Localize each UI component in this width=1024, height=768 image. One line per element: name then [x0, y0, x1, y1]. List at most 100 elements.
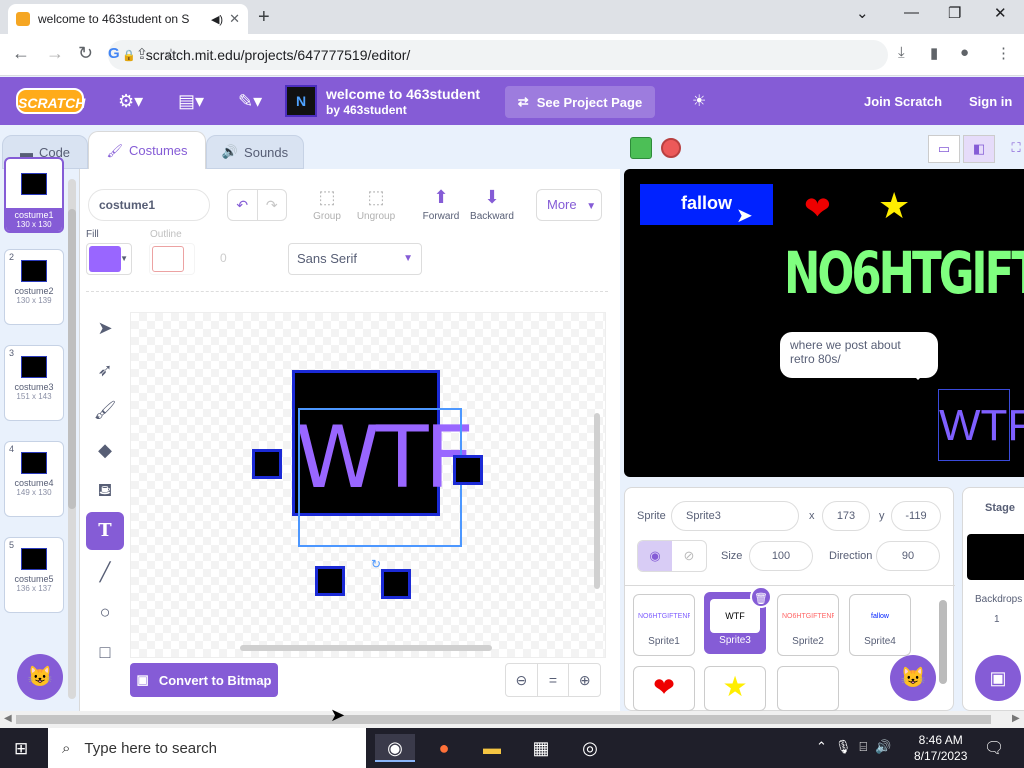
windows-start-icon[interactable]: ⊞	[14, 739, 28, 759]
forward-icon[interactable]: →	[46, 43, 64, 64]
sprite-tile[interactable]: ★	[704, 666, 766, 711]
sprite-tile[interactable]: NO6HTGIFTENFS Sprite1	[633, 594, 695, 656]
reshape-tool-icon[interactable]: ➶	[86, 351, 124, 389]
menu-kebab-icon[interactable]: ⋮	[996, 44, 1011, 62]
direction-input[interactable]: 90	[876, 541, 940, 571]
share-icon[interactable]: ⇪	[136, 45, 149, 63]
rotate-handle-icon[interactable]: ↻	[371, 557, 381, 571]
sprite-tile[interactable]: ❤	[633, 666, 695, 711]
stage[interactable]: fallow ➤ ❤ ★ NO6HTGIFTENFS where we post…	[624, 169, 1024, 477]
minimize-icon[interactable]: —	[904, 4, 919, 21]
scroll-left-icon[interactable]: ◀	[4, 713, 12, 724]
chevron-up-icon[interactable]: ⌃	[816, 739, 827, 755]
canvas-vertical-scrollbar[interactable]	[594, 413, 600, 589]
project-author[interactable]: by 463student	[326, 103, 407, 117]
canvas-horizontal-scrollbar[interactable]	[240, 645, 492, 651]
y-input[interactable]: -119	[891, 501, 941, 531]
costume-item-1[interactable]: costume1 130 x 130	[4, 157, 64, 233]
file-menu-icon[interactable]: ▤▾	[178, 91, 204, 112]
sprite-tile-selected[interactable]: WTF Sprite3 🗑	[704, 586, 772, 654]
costume-item-2[interactable]: 2 costume2 130 x 139	[4, 249, 64, 325]
sign-in-link[interactable]: Sign in	[969, 94, 1012, 109]
fallow-sprite[interactable]: fallow	[640, 184, 773, 225]
zoom-out-icon[interactable]: ⊖	[506, 664, 537, 696]
profile-avatar-icon[interactable]: ●	[960, 44, 969, 61]
backward-button[interactable]: ⬇ Backward	[467, 187, 517, 222]
page-horizontal-scrollbar[interactable]: ◀ ▶	[0, 711, 1024, 728]
chrome-icon[interactable]: ◉	[375, 734, 415, 762]
outline-color-picker[interactable]	[149, 243, 195, 275]
sprite-tile[interactable]	[777, 666, 839, 711]
ungroup-button[interactable]: ⬚ Ungroup	[351, 187, 401, 222]
undo-icon[interactable]: ↶	[228, 190, 257, 220]
normal-stage-icon[interactable]: ◧	[963, 135, 995, 163]
download-icon[interactable]: ⤓	[898, 44, 905, 61]
close-tab-icon[interactable]: ✕	[229, 11, 240, 27]
taskbar-clock[interactable]: 8:46 AM 8/17/2023	[914, 732, 967, 764]
wtf-sprite[interactable]: WTF	[938, 389, 1024, 461]
volume-icon[interactable]: 🔊	[875, 739, 891, 755]
add-costume-button[interactable]: 😺	[17, 654, 63, 700]
close-window-icon[interactable]: ✕	[994, 4, 1007, 22]
tab-sounds[interactable]: 🔊 Sounds	[206, 135, 304, 169]
file-explorer-icon[interactable]: ▬	[472, 734, 512, 762]
fill-color-picker[interactable]: ▼	[86, 243, 132, 275]
sprite-tile[interactable]: fallow Sprite4	[849, 594, 911, 656]
firefox-icon[interactable]: ●	[424, 734, 464, 762]
see-project-page-button[interactable]: ⇄ See Project Page	[505, 86, 655, 118]
circle-tool-icon[interactable]: ○	[86, 593, 124, 631]
scrollbar-thumb[interactable]	[16, 715, 991, 724]
add-backdrop-button[interactable]: ▣	[975, 655, 1021, 701]
edit-menu-icon[interactable]: ✎▾	[238, 91, 262, 112]
notification-icon[interactable]: 🗨	[984, 738, 1004, 758]
scratch-logo[interactable]: SCRATCH	[16, 88, 85, 114]
store-icon[interactable]: ▦	[521, 734, 561, 762]
microphone-icon[interactable]: 🎙	[835, 739, 852, 755]
browser-tab[interactable]: welcome to 463student on S ◀) ✕	[8, 4, 248, 34]
zoom-in-icon[interactable]: ⊕	[568, 664, 600, 696]
forward-button[interactable]: ⬆ Forward	[416, 187, 466, 222]
show-eye-icon[interactable]: ◉	[638, 541, 672, 571]
group-button[interactable]: ⬚ Group	[302, 187, 352, 222]
costume-item-5[interactable]: 5 costume5 136 x 137	[4, 537, 64, 613]
google-icon[interactable]: G	[108, 45, 120, 63]
costume-list-scrollbar[interactable]	[68, 179, 76, 699]
add-sprite-button[interactable]: 😺	[890, 655, 936, 701]
big-title-sprite[interactable]: NO6HTGIFTENFS	[784, 239, 1024, 307]
reload-icon[interactable]: ↻	[78, 43, 93, 64]
brush-tool-icon[interactable]: 🖌	[86, 391, 124, 429]
convert-to-bitmap-button[interactable]: ▣ Convert to Bitmap	[130, 663, 278, 697]
url-field[interactable]: 🔒 scratch.mit.edu/projects/647777519/edi…	[108, 40, 888, 70]
more-dropdown[interactable]: More ▼	[536, 189, 602, 221]
small-stage-icon[interactable]: ▭	[928, 135, 960, 163]
taskbar-search[interactable]: ⌕ Type here to search	[48, 728, 366, 768]
delete-sprite-icon[interactable]: 🗑	[750, 586, 772, 608]
costume-item-4[interactable]: 4 costume4 149 x 130	[4, 441, 64, 517]
x-input[interactable]: 173	[822, 501, 870, 531]
stop-icon[interactable]	[661, 138, 681, 158]
zoom-reset-icon[interactable]: =	[536, 664, 569, 696]
size-input[interactable]: 100	[749, 541, 813, 571]
green-flag-icon[interactable]	[630, 137, 652, 159]
font-select[interactable]: Sans Serif ▼	[288, 243, 422, 275]
new-tab-icon[interactable]: +	[258, 6, 270, 29]
hide-eye-icon[interactable]: ⊘	[672, 541, 706, 571]
settings-gear-icon[interactable]: ⚙▾	[118, 91, 143, 112]
side-panel-icon[interactable]: ▮	[930, 44, 938, 62]
costume-item-3[interactable]: 3 costume3 151 x 143	[4, 345, 64, 421]
audio-icon[interactable]: ◀)	[211, 13, 223, 26]
bookmark-star-icon[interactable]: ☆	[164, 45, 177, 63]
paint-canvas[interactable]: WTF ↻	[130, 312, 606, 658]
star-sprite[interactable]: ★	[878, 185, 910, 227]
fill-tool-icon[interactable]: ⛾	[86, 471, 124, 509]
tab-search-icon[interactable]: ⌄	[856, 4, 869, 22]
sprite-name-input[interactable]: Sprite3	[671, 501, 799, 531]
redo-icon[interactable]: ↷	[256, 190, 287, 220]
costume-name-input[interactable]: costume1	[88, 189, 210, 221]
app-icon[interactable]: ◎	[570, 734, 610, 762]
select-tool-icon[interactable]: ➤	[86, 309, 124, 347]
sprite-list-scrollbar[interactable]	[939, 600, 947, 684]
sprite-tile[interactable]: NO6HTGIFTENFS Sprite2	[777, 594, 839, 656]
fullscreen-icon[interactable]: ⛶	[1000, 135, 1024, 163]
eraser-tool-icon[interactable]: ◆	[86, 431, 124, 469]
